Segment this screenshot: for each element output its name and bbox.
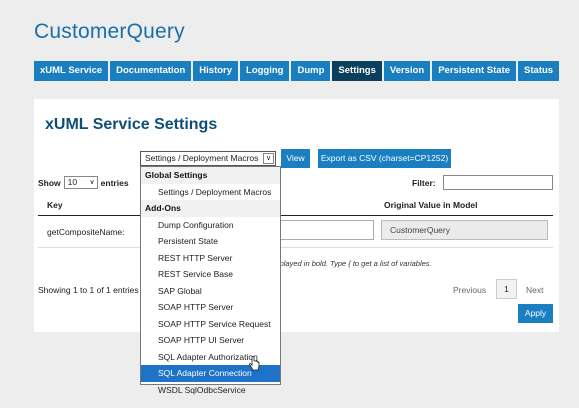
previous-page-button[interactable]: Previous — [453, 285, 486, 295]
dropdown-option[interactable]: REST Service Base — [141, 266, 280, 283]
view-button[interactable]: View — [281, 149, 310, 168]
original-value-field: CustomerQuery — [381, 220, 548, 240]
tab-dump[interactable]: Dump — [291, 61, 331, 81]
dropdown-option[interactable]: SOAP HTTP Server — [141, 299, 280, 316]
tab-xuml-service[interactable]: xUML Service — [34, 61, 109, 81]
entries-select[interactable]: 10 ∨ — [63, 176, 98, 189]
column-header-original-value[interactable]: Original Value in Model — [384, 200, 478, 210]
tab-version[interactable]: Version — [383, 61, 431, 81]
tab-settings[interactable]: Settings — [332, 61, 382, 81]
entries-select-value: 10 — [67, 177, 78, 187]
filter-label: Filter: — [412, 178, 436, 188]
row-divider — [38, 247, 553, 248]
dropdown-group-add-ons: Add-Ons — [141, 200, 280, 217]
export-csv-button[interactable]: Export as CSV (charset=CP1252) — [318, 149, 451, 168]
row-key: getCompositeName: — [47, 227, 125, 237]
dropdown-option[interactable]: Persistent State — [141, 233, 280, 250]
tab-logging[interactable]: Logging — [240, 61, 290, 81]
page-1-button[interactable]: 1 — [496, 279, 517, 299]
hand-cursor-icon — [249, 356, 260, 371]
filter-input[interactable] — [443, 175, 553, 190]
settings-select-value: Settings / Deployment Macros — [145, 153, 259, 163]
dropdown-option[interactable]: SOAP HTTP Service Request — [141, 316, 280, 333]
settings-panel: xUML Service Settings Settings / Deploym… — [34, 99, 559, 332]
tab-documentation[interactable]: Documentation — [110, 61, 192, 81]
hint-text: displayed in bold. Type { to get a list … — [270, 259, 432, 268]
tab-status[interactable]: Status — [518, 61, 560, 81]
dropdown-group-global-settings: Global Settings — [141, 167, 280, 184]
app-title: CustomerQuery — [34, 20, 185, 43]
entries-length: Show 10 ∨ entries — [38, 176, 129, 189]
apply-button[interactable]: Apply — [518, 304, 553, 323]
show-label: Show — [38, 177, 61, 188]
settings-dropdown-list: Global Settings Settings / Deployment Ma… — [140, 166, 281, 395]
next-page-button[interactable]: Next — [526, 285, 543, 295]
dropdown-option[interactable]: SAP Global — [141, 283, 280, 300]
tab-history[interactable]: History — [193, 61, 239, 81]
tab-persistent-state[interactable]: Persistent State — [432, 61, 517, 81]
value-input[interactable] — [270, 220, 374, 240]
panel-title: xUML Service Settings — [45, 116, 218, 133]
tab-bar: xUML Service Documentation History Loggi… — [34, 61, 560, 81]
chevron-down-icon: ∨ — [89, 179, 95, 186]
dropdown-option[interactable]: Dump Configuration — [141, 217, 280, 234]
header-divider — [38, 215, 553, 216]
column-header-key[interactable]: Key — [47, 200, 63, 210]
entries-label: entries — [100, 177, 129, 188]
chevron-down-icon: ∨ — [263, 153, 274, 164]
table-info: Showing 1 to 1 of 1 entries — [38, 285, 139, 295]
dropdown-option[interactable]: WSDL SqlOdbcService — [141, 382, 280, 399]
dropdown-option[interactable]: Settings / Deployment Macros — [141, 184, 280, 201]
dropdown-option[interactable]: REST HTTP Server — [141, 250, 280, 267]
dropdown-option[interactable]: SOAP HTTP UI Server — [141, 332, 280, 349]
settings-select[interactable]: Settings / Deployment Macros ∨ — [140, 151, 276, 166]
